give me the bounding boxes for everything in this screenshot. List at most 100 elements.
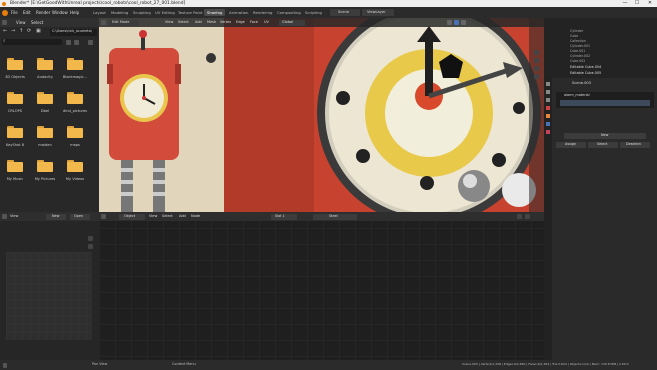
fb-select-menu[interactable]: Select: [31, 20, 43, 25]
viewport-menu-face[interactable]: Face: [250, 20, 258, 25]
menu-render[interactable]: Render: [36, 10, 50, 15]
sort-icon[interactable]: [74, 39, 79, 45]
transform-orientation-selector[interactable]: Global: [279, 19, 305, 26]
tab-shading[interactable]: Shading: [204, 9, 226, 16]
mode-selector[interactable]: Edit Mode: [109, 19, 139, 26]
3d-viewport[interactable]: Edit Mode View Select Add Mesh Vertex Ed…: [99, 18, 544, 212]
outliner-row[interactable]: Collection: [570, 39, 586, 43]
grid-icon[interactable]: [534, 74, 539, 79]
node-menu-select[interactable]: Select: [162, 214, 173, 219]
shading-solid-icon[interactable]: [447, 20, 452, 25]
deselect-button[interactable]: Deselect: [620, 142, 650, 148]
scene-selector[interactable]: Scene: [330, 9, 360, 16]
output-tab-icon[interactable]: [546, 90, 550, 94]
pan-hand-icon[interactable]: [534, 58, 539, 63]
node-editor-type-icon[interactable]: [101, 214, 106, 219]
outliner-row[interactable]: Cylinder: [570, 29, 583, 33]
material-tab-icon[interactable]: [546, 130, 550, 134]
outliner-row[interactable]: Cylinder.001: [570, 44, 590, 48]
node-menu-view[interactable]: View: [149, 214, 157, 219]
outliner-row[interactable]: Editable Cube.005: [570, 71, 601, 75]
select-button[interactable]: Select: [588, 142, 618, 148]
folder-item[interactable]: Dbel: [30, 88, 60, 118]
folder-item[interactable]: 3D Objects: [0, 54, 30, 84]
image-pan-icon[interactable]: [88, 244, 93, 249]
folder-item[interactable]: maps: [60, 122, 90, 152]
outliner-row[interactable]: Cube.002: [570, 59, 585, 63]
path-field[interactable]: C:\Users\nick_ocumeto\: [50, 28, 97, 36]
folder-item[interactable]: maiden: [30, 122, 60, 152]
shading-material-icon[interactable]: [454, 20, 459, 25]
node-overlay-icon[interactable]: [525, 214, 530, 219]
zoom-icon[interactable]: [534, 50, 539, 55]
editor-type-icon[interactable]: [2, 20, 7, 25]
fb-view-menu[interactable]: View: [16, 20, 26, 25]
tab-compositing[interactable]: Compositing: [274, 9, 304, 16]
node-menu-add[interactable]: Add: [179, 214, 186, 219]
display-mode-icon[interactable]: [66, 39, 71, 45]
back-arrow-icon[interactable]: ←: [3, 29, 7, 34]
tab-animation[interactable]: Animation: [226, 9, 251, 16]
folder-item[interactable]: My Music: [0, 156, 30, 186]
refresh-icon[interactable]: ⟳: [27, 29, 31, 34]
maximize-button[interactable]: ☐: [631, 0, 643, 7]
camera-icon[interactable]: [534, 66, 539, 71]
image-zoom-icon[interactable]: [88, 236, 93, 241]
viewport-menu-vertex[interactable]: Vertex: [220, 20, 231, 25]
material-slot-list[interactable]: alarm_material: [556, 92, 654, 108]
close-button[interactable]: ✕: [644, 0, 656, 7]
assign-button[interactable]: Assign: [556, 142, 586, 148]
scene-tab-icon[interactable]: [546, 98, 550, 102]
outliner-row[interactable]: Cube.001: [570, 49, 585, 53]
menu-window[interactable]: Window: [52, 10, 68, 15]
folder-item[interactable]: dlnd_pictures: [60, 88, 90, 118]
image-canvas[interactable]: [6, 252, 92, 340]
folder-item[interactable]: KeyShot 8: [0, 122, 30, 152]
material-slot-selector[interactable]: Slot 1: [271, 213, 297, 220]
modifier-tab-icon[interactable]: [546, 122, 550, 126]
image-new-button[interactable]: New: [46, 213, 66, 220]
image-editor-view-menu[interactable]: View: [10, 214, 18, 219]
tab-layout[interactable]: Layout: [90, 9, 109, 16]
menu-help[interactable]: Help: [70, 10, 79, 15]
menu-edit[interactable]: Edit: [23, 10, 31, 15]
menu-file[interactable]: File: [11, 10, 18, 15]
folder-item[interactable]: Audacity: [30, 54, 60, 84]
image-open-button[interactable]: Open: [70, 213, 90, 220]
tab-texture-paint[interactable]: Texture Paint: [175, 9, 206, 16]
viewlayer-selector[interactable]: ViewLayer: [362, 9, 394, 16]
folder-item[interactable]: Blackmagic…: [60, 54, 90, 84]
viewport-editor-type-icon[interactable]: [101, 20, 106, 25]
outliner-row[interactable]: Cylinder.002: [570, 54, 590, 58]
shader-node-editor[interactable]: Object View Select Add Node Slot 1 Steel: [99, 212, 544, 360]
image-editor-type-icon[interactable]: [2, 214, 7, 219]
object-tab-icon[interactable]: [546, 114, 550, 118]
parent-dir-icon[interactable]: ↑: [19, 29, 23, 34]
outliner-row[interactable]: Cube: [570, 34, 578, 38]
material-name-field[interactable]: Steel: [313, 213, 357, 220]
blender-menu-icon[interactable]: [2, 9, 8, 16]
render-tab-icon[interactable]: [546, 82, 550, 86]
shader-type-selector[interactable]: Object: [119, 213, 145, 220]
folder-item[interactable]: My Videos: [60, 156, 90, 186]
tab-sculpting[interactable]: Sculpting: [130, 9, 154, 16]
world-tab-icon[interactable]: [546, 106, 550, 110]
viewport-menu-add[interactable]: Add: [195, 20, 202, 25]
fb-search-input[interactable]: ⌕: [2, 39, 62, 45]
folder-item[interactable]: CRLOPS: [0, 88, 30, 118]
new-folder-icon[interactable]: ▣: [36, 29, 41, 34]
forward-arrow-icon[interactable]: →: [11, 29, 15, 34]
shading-rendered-icon[interactable]: [461, 20, 466, 25]
filter-icon[interactable]: [88, 39, 93, 45]
tab-uv-editing[interactable]: UV Editing: [152, 9, 178, 16]
viewport-menu-mesh[interactable]: Mesh: [207, 20, 216, 25]
outliner-row[interactable]: Editable Cube.004: [570, 65, 601, 69]
viewport-menu-edge[interactable]: Edge: [236, 20, 245, 25]
pin-icon[interactable]: [517, 214, 522, 219]
material-new-button[interactable]: New: [564, 133, 646, 139]
viewport-menu-select[interactable]: Select: [178, 20, 189, 25]
node-menu-node[interactable]: Node: [191, 214, 200, 219]
tab-scripting[interactable]: Scripting: [302, 9, 325, 16]
viewport-menu-uv[interactable]: UV: [264, 20, 269, 25]
viewport-menu-view[interactable]: View: [165, 20, 173, 25]
